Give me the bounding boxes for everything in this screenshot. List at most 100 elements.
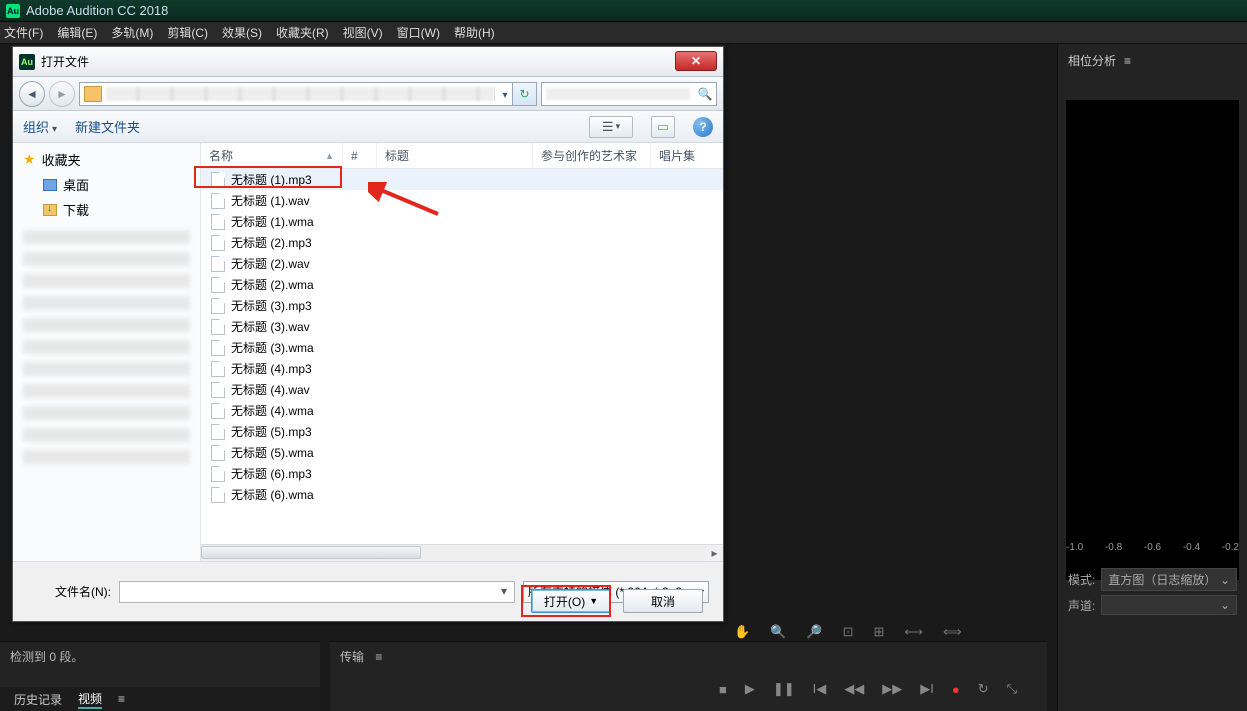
help-button[interactable]: ? — [693, 117, 713, 137]
file-icon — [211, 424, 225, 440]
stop-button[interactable]: ■ — [719, 682, 727, 697]
open-button[interactable]: 打开(O)▼ — [531, 589, 611, 613]
search-box[interactable]: 🔍 — [541, 82, 717, 106]
zoom-in-time-icon[interactable]: ⟷ — [904, 624, 923, 640]
file-row[interactable]: 无标题 (3).wma — [201, 337, 723, 358]
file-icon — [211, 403, 225, 419]
file-icon — [211, 256, 225, 272]
file-row[interactable]: 无标题 (3).mp3 — [201, 295, 723, 316]
panel-menu-icon[interactable] — [1124, 54, 1134, 68]
address-path-redacted — [106, 87, 494, 101]
zoom-full-icon[interactable]: ⊡ — [843, 624, 854, 640]
file-row[interactable]: 无标题 (4).mp3 — [201, 358, 723, 379]
filename-dropdown-icon[interactable]: ▾ — [496, 584, 512, 598]
zoom-in-icon[interactable]: 🔍 — [770, 624, 786, 640]
dialog-app-icon: Au — [19, 54, 35, 70]
file-name: 无标题 (4).wma — [231, 402, 314, 419]
pause-button[interactable]: ❚❚ — [773, 681, 795, 697]
loop-button[interactable]: ↻ — [978, 681, 989, 697]
close-button[interactable]: ✕ — [675, 51, 717, 71]
file-row[interactable]: 无标题 (5).wma — [201, 442, 723, 463]
file-row[interactable]: 无标题 (6).wma — [201, 484, 723, 505]
sidebar: ★收藏夹 桌面 下载 — [13, 143, 201, 561]
zoom-out-icon[interactable]: 🔎 — [806, 624, 822, 640]
desktop-icon — [43, 179, 57, 191]
tab-video[interactable]: 视频 — [78, 690, 102, 709]
file-row[interactable]: 无标题 (2).wma — [201, 274, 723, 295]
address-dropdown-icon[interactable] — [494, 87, 512, 101]
play-button[interactable]: ▶ — [745, 681, 755, 697]
forward-button[interactable]: ▶▶ — [882, 681, 902, 697]
address-bar[interactable]: ↻ — [79, 82, 537, 106]
col-number[interactable]: # — [343, 143, 377, 168]
file-row[interactable]: 无标题 (1).wav — [201, 190, 723, 211]
skip-end-button[interactable]: ▶I — [920, 681, 934, 697]
menu-multitrack[interactable]: 多轨(M) — [111, 24, 153, 41]
file-row[interactable]: 无标题 (2).mp3 — [201, 232, 723, 253]
refresh-button[interactable]: ↻ — [512, 83, 536, 105]
tabs-menu-icon[interactable] — [118, 692, 128, 706]
search-icon[interactable]: 🔍 — [694, 87, 716, 101]
folder-icon — [84, 86, 102, 102]
file-name: 无标题 (3).mp3 — [231, 297, 312, 314]
scroll-right-icon[interactable]: ▸ — [706, 546, 723, 560]
star-icon: ★ — [23, 151, 36, 168]
transport-menu-icon[interactable] — [375, 650, 385, 664]
view-mode-button[interactable]: ☰▾ — [589, 116, 633, 138]
sidebar-downloads[interactable]: 下载 — [13, 197, 200, 222]
filename-input[interactable]: ▾ — [119, 581, 515, 603]
col-album[interactable]: 唱片集 — [651, 143, 723, 168]
menu-help[interactable]: 帮助(H) — [454, 24, 495, 41]
skip-start-button[interactable]: I◀ — [813, 681, 827, 697]
file-row[interactable]: 无标题 (6).mp3 — [201, 463, 723, 484]
forward-button-nav[interactable]: ► — [49, 81, 75, 107]
menu-file[interactable]: 文件(F) — [4, 24, 43, 41]
file-row[interactable]: 无标题 (1).wma — [201, 211, 723, 232]
menu-clip[interactable]: 剪辑(C) — [167, 24, 208, 41]
column-headers: 名称▲ # 标题 参与创作的艺术家 唱片集 — [201, 143, 723, 169]
col-name[interactable]: 名称▲ — [201, 143, 343, 168]
skip-selection-button[interactable]: ⤡ — [1007, 681, 1017, 697]
dialog-titlebar[interactable]: Au 打开文件 ✕ — [13, 47, 723, 77]
menu-edit[interactable]: 编辑(E) — [57, 24, 97, 41]
col-title[interactable]: 标题 — [377, 143, 533, 168]
back-button[interactable]: ◄ — [19, 81, 45, 107]
file-name: 无标题 (5).wma — [231, 444, 314, 461]
sidebar-desktop[interactable]: 桌面 — [13, 172, 200, 197]
dialog-toolbar: 组织 新建文件夹 ☰▾ ▭ ? — [13, 111, 723, 143]
menu-effects[interactable]: 效果(S) — [222, 24, 262, 41]
mode-combo[interactable]: 直方图（日志缩放）⌄ — [1101, 568, 1237, 591]
menu-view[interactable]: 视图(V) — [343, 24, 383, 41]
downloads-icon — [43, 204, 57, 216]
col-artist[interactable]: 参与创作的艺术家 — [533, 143, 651, 168]
new-folder-button[interactable]: 新建文件夹 — [75, 117, 140, 136]
organize-button[interactable]: 组织 — [23, 117, 57, 136]
cancel-button[interactable]: 取消 — [623, 589, 703, 613]
menu-favorites[interactable]: 收藏夹(R) — [276, 24, 329, 41]
file-row[interactable]: 无标题 (4).wma — [201, 400, 723, 421]
hand-tool-icon[interactable]: ✋ — [734, 624, 750, 640]
preview-pane-button[interactable]: ▭ — [651, 116, 675, 138]
file-row[interactable]: 无标题 (3).wav — [201, 316, 723, 337]
sidebar-favorites[interactable]: ★收藏夹 — [13, 147, 200, 172]
rewind-button[interactable]: ◀◀ — [844, 681, 864, 697]
menu-window[interactable]: 窗口(W) — [397, 24, 440, 41]
filename-label: 文件名(N): — [27, 583, 111, 600]
file-list[interactable]: 无标题 (1).mp3无标题 (1).wav无标题 (1).wma无标题 (2)… — [201, 169, 723, 544]
record-button[interactable]: ● — [952, 682, 960, 697]
tab-history[interactable]: 历史记录 — [14, 691, 62, 708]
app-titlebar: Au Adobe Audition CC 2018 — [0, 0, 1247, 22]
file-row[interactable]: 无标题 (4).wav — [201, 379, 723, 400]
file-name: 无标题 (3).wav — [231, 318, 310, 335]
file-row[interactable]: 无标题 (5).mp3 — [201, 421, 723, 442]
zoom-sel-icon[interactable]: ⊞ — [873, 624, 884, 640]
zoom-out-time-icon[interactable]: ⟺ — [943, 624, 962, 640]
file-row[interactable]: 无标题 (2).wav — [201, 253, 723, 274]
open-file-dialog: Au 打开文件 ✕ ◄ ► ↻ 🔍 组织 新建文件夹 ☰▾ ▭ ? ★收藏夹 桌… — [12, 46, 724, 622]
search-placeholder-redacted — [546, 88, 690, 100]
file-icon — [211, 319, 225, 335]
file-row[interactable]: 无标题 (1).mp3 — [201, 169, 723, 190]
horizontal-scrollbar[interactable]: ▸ — [201, 544, 723, 561]
scrollbar-thumb[interactable] — [201, 546, 421, 559]
channel-combo[interactable]: ⌄ — [1101, 595, 1237, 615]
